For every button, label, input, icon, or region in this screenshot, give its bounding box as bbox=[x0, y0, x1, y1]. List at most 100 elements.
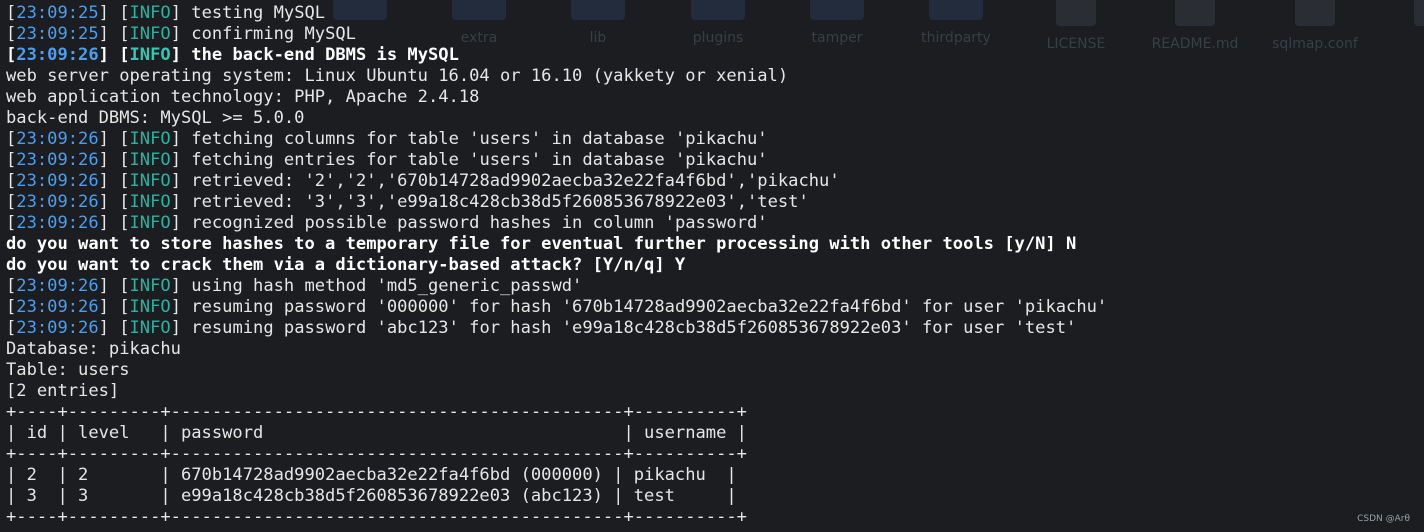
bracket-close: ] bbox=[170, 297, 192, 317]
log-level: INFO bbox=[129, 150, 171, 170]
bracket-separator: ] [ bbox=[98, 150, 130, 170]
log-line: [23:09:26] [INFO] resuming password '000… bbox=[6, 297, 1107, 318]
bracket-close: ] bbox=[170, 318, 192, 338]
bracket-open: [ bbox=[6, 297, 17, 317]
bracket-separator: ] [ bbox=[98, 3, 130, 23]
document-icon bbox=[1175, 0, 1215, 26]
timestamp: 23:09:26 bbox=[16, 171, 99, 191]
output-line: | 2 | 2 | 670b14728ad9902aecba32e22fa4f6… bbox=[6, 465, 737, 485]
log-message: retrieved: '3','3','e99a18c428cb38d5f260… bbox=[191, 192, 809, 212]
log-level: INFO bbox=[129, 129, 171, 149]
bracket-separator: ] [ bbox=[98, 171, 130, 191]
log-message: retrieved: '2','2','670b14728ad9902aecba… bbox=[191, 171, 840, 191]
bracket-open: [ bbox=[6, 45, 17, 65]
desktop-icon-label: sqlmap.conf bbox=[1272, 36, 1358, 52]
bracket-open: [ bbox=[6, 318, 17, 338]
timestamp: 23:09:25 bbox=[16, 3, 99, 23]
log-line: [23:09:26] [INFO] resuming password 'abc… bbox=[6, 318, 1107, 339]
timestamp: 23:09:26 bbox=[16, 192, 99, 212]
bracket-close: ] bbox=[170, 192, 192, 212]
timestamp: 23:09:26 bbox=[16, 276, 99, 296]
file-icon: sqlmap.conf bbox=[1255, 0, 1375, 52]
bracket-separator: ] [ bbox=[98, 318, 130, 338]
log-level: INFO bbox=[129, 171, 171, 191]
document-icon bbox=[1295, 0, 1335, 26]
log-line: [23:09:26] [INFO] retrieved: '2','2','67… bbox=[6, 171, 1107, 192]
log-line: [23:09:25] [INFO] confirming MySQL bbox=[6, 24, 1107, 45]
log-message: confirming MySQL bbox=[191, 24, 356, 44]
output-line: back-end DBMS: MySQL >= 5.0.0 bbox=[6, 108, 305, 128]
log-message: using hash method 'md5_generic_passwd' bbox=[191, 276, 583, 296]
timestamp: 23:09:26 bbox=[16, 213, 99, 233]
bracket-open: [ bbox=[6, 192, 17, 212]
output-line: web server operating system: Linux Ubunt… bbox=[6, 66, 789, 86]
output-line: [2 entries] bbox=[6, 381, 120, 401]
terminal-window[interactable]: extra lib plugins tamper thirdparty LICENSE RE… bbox=[0, 0, 1424, 532]
bracket-separator: ] [ bbox=[98, 192, 130, 212]
log-message: fetching columns for table 'users' in da… bbox=[191, 129, 768, 149]
terminal-output[interactable]: [23:09:25] [INFO] testing MySQL [23:09:25… bbox=[6, 3, 1107, 528]
bracket-separator: ] [ bbox=[98, 213, 130, 233]
bracket-close: ] bbox=[170, 150, 192, 170]
output-line: | id | level | password | username | bbox=[6, 423, 747, 443]
desktop-icon-label: README.md bbox=[1151, 36, 1239, 52]
output-line: web application technology: PHP, Apache … bbox=[6, 87, 480, 107]
output-line: Database: pikachu bbox=[6, 339, 181, 359]
output-line: +----+---------+------------------------… bbox=[6, 444, 747, 464]
bracket-open: [ bbox=[6, 213, 17, 233]
log-message: recognized possible password hashes in c… bbox=[191, 213, 768, 233]
log-line: [23:09:26] [INFO] using hash method 'md5… bbox=[6, 276, 1107, 297]
timestamp: 23:09:26 bbox=[16, 297, 99, 317]
bracket-separator: ] [ bbox=[98, 276, 130, 296]
output-line: do you want to crack them via a dictiona… bbox=[6, 255, 686, 275]
log-level: INFO bbox=[129, 24, 171, 44]
bracket-open: [ bbox=[6, 129, 17, 149]
bracket-open: [ bbox=[6, 24, 17, 44]
bracket-open: [ bbox=[6, 171, 17, 191]
file-icon: README.md bbox=[1135, 0, 1255, 52]
log-message: resuming password '000000' for hash '670… bbox=[191, 297, 1108, 317]
file-icon: sql bbox=[1374, 0, 1424, 52]
bracket-open: [ bbox=[6, 3, 17, 23]
log-line: [23:09:26] [INFO] recognized possible pa… bbox=[6, 213, 1107, 234]
output-line: +----+---------+------------------------… bbox=[6, 507, 747, 527]
bracket-open: [ bbox=[6, 150, 17, 170]
output-line: | 3 | 3 | e99a18c428cb38d5f260853678922e… bbox=[6, 486, 737, 506]
watermark: CSDN @Arθ bbox=[1357, 514, 1410, 524]
log-line: [23:09:26] [INFO] fetching columns for t… bbox=[6, 129, 1107, 150]
timestamp: 23:09:26 bbox=[16, 150, 99, 170]
output-line: Table: users bbox=[6, 360, 130, 380]
bracket-close: ] bbox=[170, 3, 192, 23]
bracket-separator: ] [ bbox=[98, 45, 130, 65]
timestamp: 23:09:26 bbox=[16, 129, 99, 149]
log-message: resuming password 'abc123' for hash 'e99… bbox=[191, 318, 1077, 338]
timestamp: 23:09:25 bbox=[16, 24, 99, 44]
log-message: testing MySQL bbox=[191, 3, 326, 23]
bracket-close: ] bbox=[170, 129, 192, 149]
log-message: fetching entries for table 'users' in da… bbox=[191, 150, 768, 170]
log-level: INFO bbox=[129, 3, 171, 23]
log-level: INFO bbox=[129, 297, 171, 317]
bracket-close: ] bbox=[170, 171, 192, 191]
bracket-close: ] bbox=[170, 276, 192, 296]
desktop-icon-label: sql bbox=[1374, 36, 1424, 52]
bracket-separator: ] [ bbox=[98, 129, 130, 149]
bracket-close: ] bbox=[170, 213, 192, 233]
timestamp: 23:09:26 bbox=[16, 318, 99, 338]
log-level: INFO bbox=[129, 213, 171, 233]
bracket-close: ] bbox=[170, 45, 192, 65]
log-level: INFO bbox=[129, 318, 171, 338]
log-line: [23:09:26] [INFO] the back-end DBMS is M… bbox=[6, 45, 1107, 66]
output-line: do you want to store hashes to a tempora… bbox=[6, 234, 1077, 254]
log-level: INFO bbox=[129, 45, 171, 65]
log-line: [23:09:25] [INFO] testing MySQL bbox=[6, 3, 1107, 24]
bracket-open: [ bbox=[6, 276, 17, 296]
output-line: +----+---------+------------------------… bbox=[6, 402, 747, 422]
document-icon bbox=[1414, 0, 1424, 26]
log-line: [23:09:26] [INFO] retrieved: '3','3','e9… bbox=[6, 192, 1107, 213]
timestamp: 23:09:26 bbox=[16, 45, 99, 65]
log-line: [23:09:26] [INFO] fetching entries for t… bbox=[6, 150, 1107, 171]
bracket-close: ] bbox=[170, 24, 192, 44]
bracket-separator: ] [ bbox=[98, 297, 130, 317]
log-level: INFO bbox=[129, 192, 171, 212]
